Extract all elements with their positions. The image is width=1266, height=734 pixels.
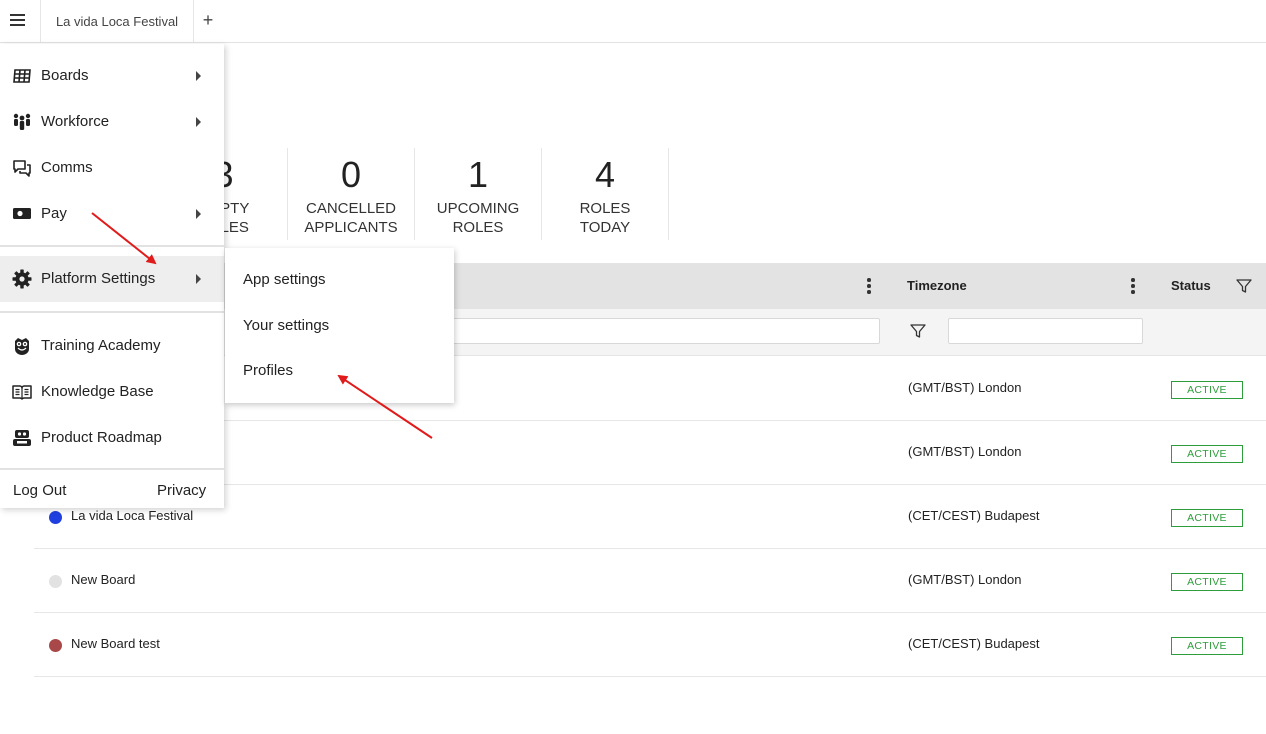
annotation-arrow — [91, 212, 157, 265]
annotation-arrow — [337, 374, 433, 439]
annotation-arrows — [91, 212, 433, 439]
